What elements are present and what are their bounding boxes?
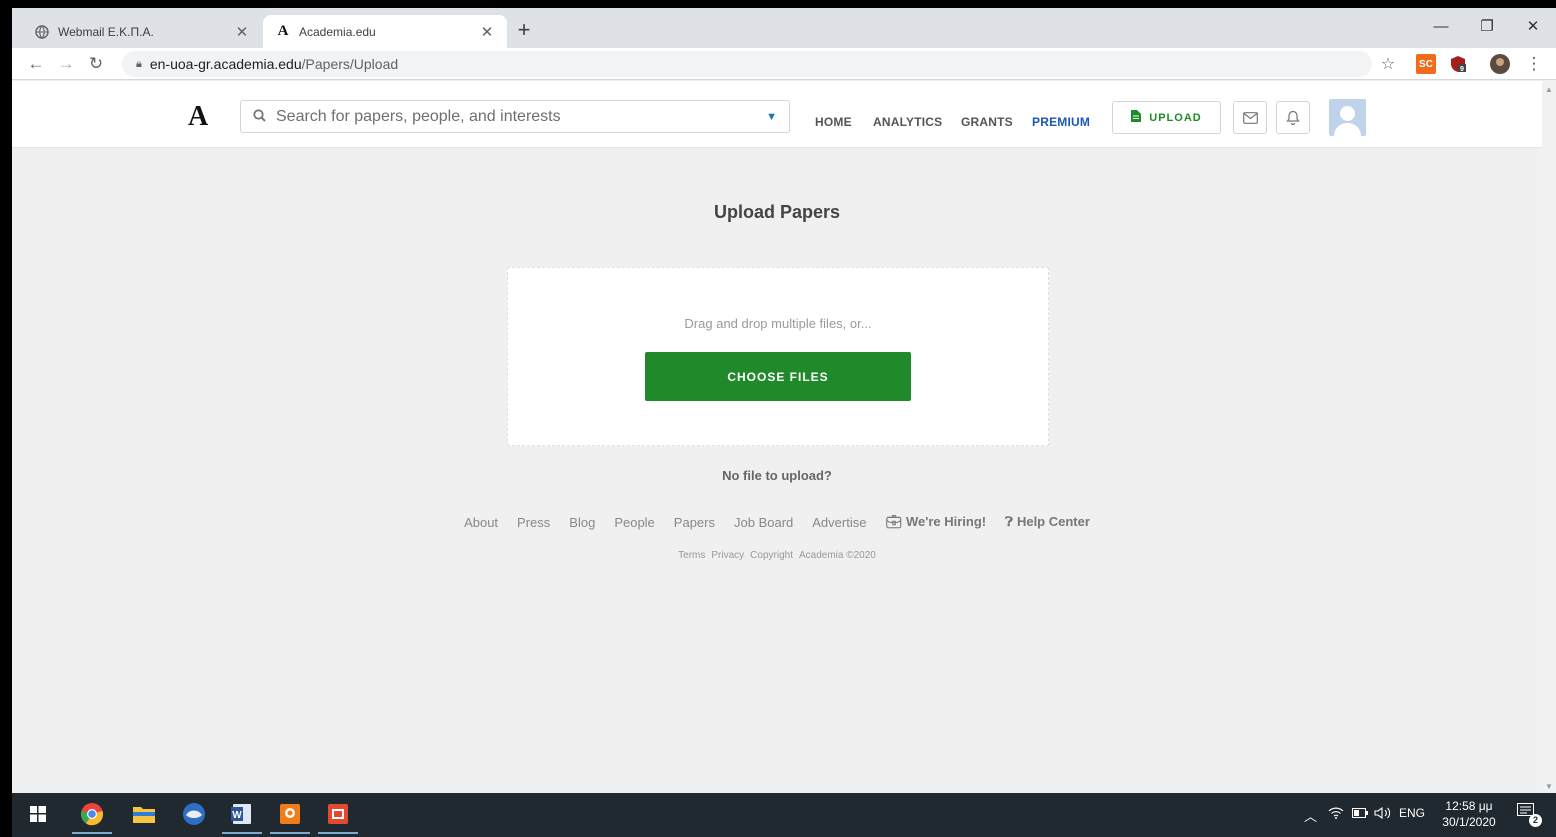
footer-link-help[interactable]: ❓︎ Help Center [1005,514,1090,530]
browser-toolbar: ← → ↻ 🔒︎ en-uoa-gr.academia.edu/Papers/U… [12,48,1556,80]
minimize-button[interactable]: — [1418,12,1464,40]
address-bar[interactable]: 🔒︎ en-uoa-gr.academia.edu/Papers/Upload [122,51,1372,77]
thunderbird-icon[interactable] [180,800,208,828]
file-dropzone[interactable]: Drag and drop multiple files, or... CHOO… [507,267,1049,446]
bell-icon [1286,110,1300,125]
clock-time: 12:58 μμ [1445,799,1493,813]
shield-extension-icon[interactable]: 9 [1448,54,1468,74]
globe-icon [34,24,50,40]
language-indicator[interactable]: ENG [1399,806,1425,820]
site-header: A Search for papers, people, and interes… [12,81,1542,148]
svg-text:W: W [232,810,242,821]
close-icon[interactable]: ✕ [232,22,252,42]
notifications-button[interactable] [1276,101,1310,134]
file-icon [1131,110,1142,125]
tray-expand-icon[interactable]: ︿ [1304,806,1317,825]
menu-kebab-icon[interactable]: ⋮ [1522,52,1546,76]
file-explorer-icon[interactable] [130,800,158,828]
notification-count: 2 [1529,814,1542,827]
pdf-editor-icon[interactable] [270,800,310,834]
windows-start-icon[interactable] [24,800,52,828]
footer-link-copyright[interactable]: Copyright [750,550,793,561]
upload-label: UPLOAD [1149,111,1202,124]
choose-files-button[interactable]: CHOOSE FILES [645,352,911,401]
browser-tabstrip: Webmail Ε.Κ.Π.Α. ✕ A Academia.edu ✕ + — … [12,8,1556,48]
footer-link-privacy[interactable]: Privacy [711,550,744,561]
user-avatar[interactable] [1329,99,1366,136]
svg-text:9: 9 [1460,66,1464,73]
chrome-taskbar-icon[interactable] [72,800,112,834]
clock-date: 30/1/2020 [1442,815,1496,829]
page-scrollbar[interactable]: ▲ ▼ [1542,81,1556,793]
help-label: Help Center [1016,514,1090,529]
question-circle-icon: ❓︎ [1005,514,1013,529]
upload-button[interactable]: UPLOAD [1112,101,1221,134]
taskbar-clock[interactable]: 12:58 μμ 30/1/2020 [1434,798,1504,830]
footer-link-about[interactable]: About [464,515,498,530]
wifi-icon[interactable] [1328,806,1344,822]
url-host: en-uoa-gr.academia.edu [149,56,302,72]
profile-avatar-icon[interactable] [1490,54,1510,74]
action-center-icon[interactable]: 2 [1517,803,1542,827]
sc-extension-icon[interactable]: SC [1416,54,1436,74]
academia-logo[interactable]: A [188,101,208,133]
word-icon[interactable]: W [222,800,262,834]
forward-arrow-icon[interactable]: → [54,52,78,76]
restore-button[interactable]: ❐ [1464,12,1510,40]
lock-icon: 🔒︎ [136,57,142,70]
nav-premium[interactable]: PREMIUM [1032,115,1090,129]
search-input[interactable]: Search for papers, people, and interests… [240,100,790,133]
footer-link-advertise[interactable]: Advertise [812,515,866,530]
caret-down-icon[interactable]: ▼ [766,111,777,123]
no-file-link[interactable]: No file to upload? [12,468,1542,483]
footer-link-blog[interactable]: Blog [569,515,595,530]
tab-webmail[interactable]: Webmail Ε.Κ.Π.Α. ✕ [22,15,262,48]
url-path: /Papers/Upload [301,56,399,72]
search-placeholder: Search for papers, people, and interests [276,107,561,125]
bookmark-star-icon[interactable]: ☆ [1376,52,1400,76]
scroll-up-icon[interactable]: ▲ [1545,85,1553,94]
envelope-icon [1242,111,1258,124]
windows-taskbar: W ︿ ENG 12:58 μμ 30/1/2020 2 [12,793,1556,837]
tab-academia[interactable]: A Academia.edu ✕ [263,15,507,48]
speaker-icon[interactable] [1374,806,1392,823]
footer-links: About Press Blog People Papers Job Board… [12,514,1542,530]
messages-button[interactable] [1233,101,1267,134]
nav-analytics[interactable]: ANALYTICS [873,115,942,129]
footer-legal: Terms Privacy Copyright Academia ©2020 [12,550,1542,561]
footer-link-press[interactable]: Press [517,515,550,530]
briefcase-icon: 💼︎ [885,514,902,529]
back-arrow-icon[interactable]: ← [24,52,48,76]
footer-link-papers[interactable]: Papers [674,515,715,530]
battery-icon[interactable] [1352,806,1368,821]
close-window-button[interactable]: ✕ [1510,12,1556,40]
hiring-label: We're Hiring! [905,514,987,529]
footer-link-terms[interactable]: Terms [678,550,705,561]
tab-label: Academia.edu [299,24,376,39]
tab-label: Webmail Ε.Κ.Π.Α. [58,24,154,39]
search-icon [253,108,266,125]
dropzone-hint: Drag and drop multiple files, or... [684,316,872,331]
footer-link-hiring[interactable]: 💼︎ We're Hiring! [885,514,986,530]
footer-copyright-text: Academia ©2020 [798,550,876,561]
page-title: Upload Papers [713,202,841,222]
close-icon[interactable]: ✕ [477,22,497,42]
academia-icon: A [277,23,289,39]
nav-grants[interactable]: GRANTS [961,115,1013,129]
scroll-down-icon[interactable]: ▼ [1545,782,1553,791]
footer-link-job-board[interactable]: Job Board [734,515,793,530]
nav-home[interactable]: HOME [815,115,852,129]
reload-icon[interactable]: ↻ [84,52,108,76]
presentation-app-icon[interactable] [318,800,358,834]
new-tab-button[interactable]: + [512,17,536,42]
footer-link-people[interactable]: People [614,515,654,530]
screen: Webmail Ε.Κ.Π.Α. ✕ A Academia.edu ✕ + — … [12,8,1556,837]
